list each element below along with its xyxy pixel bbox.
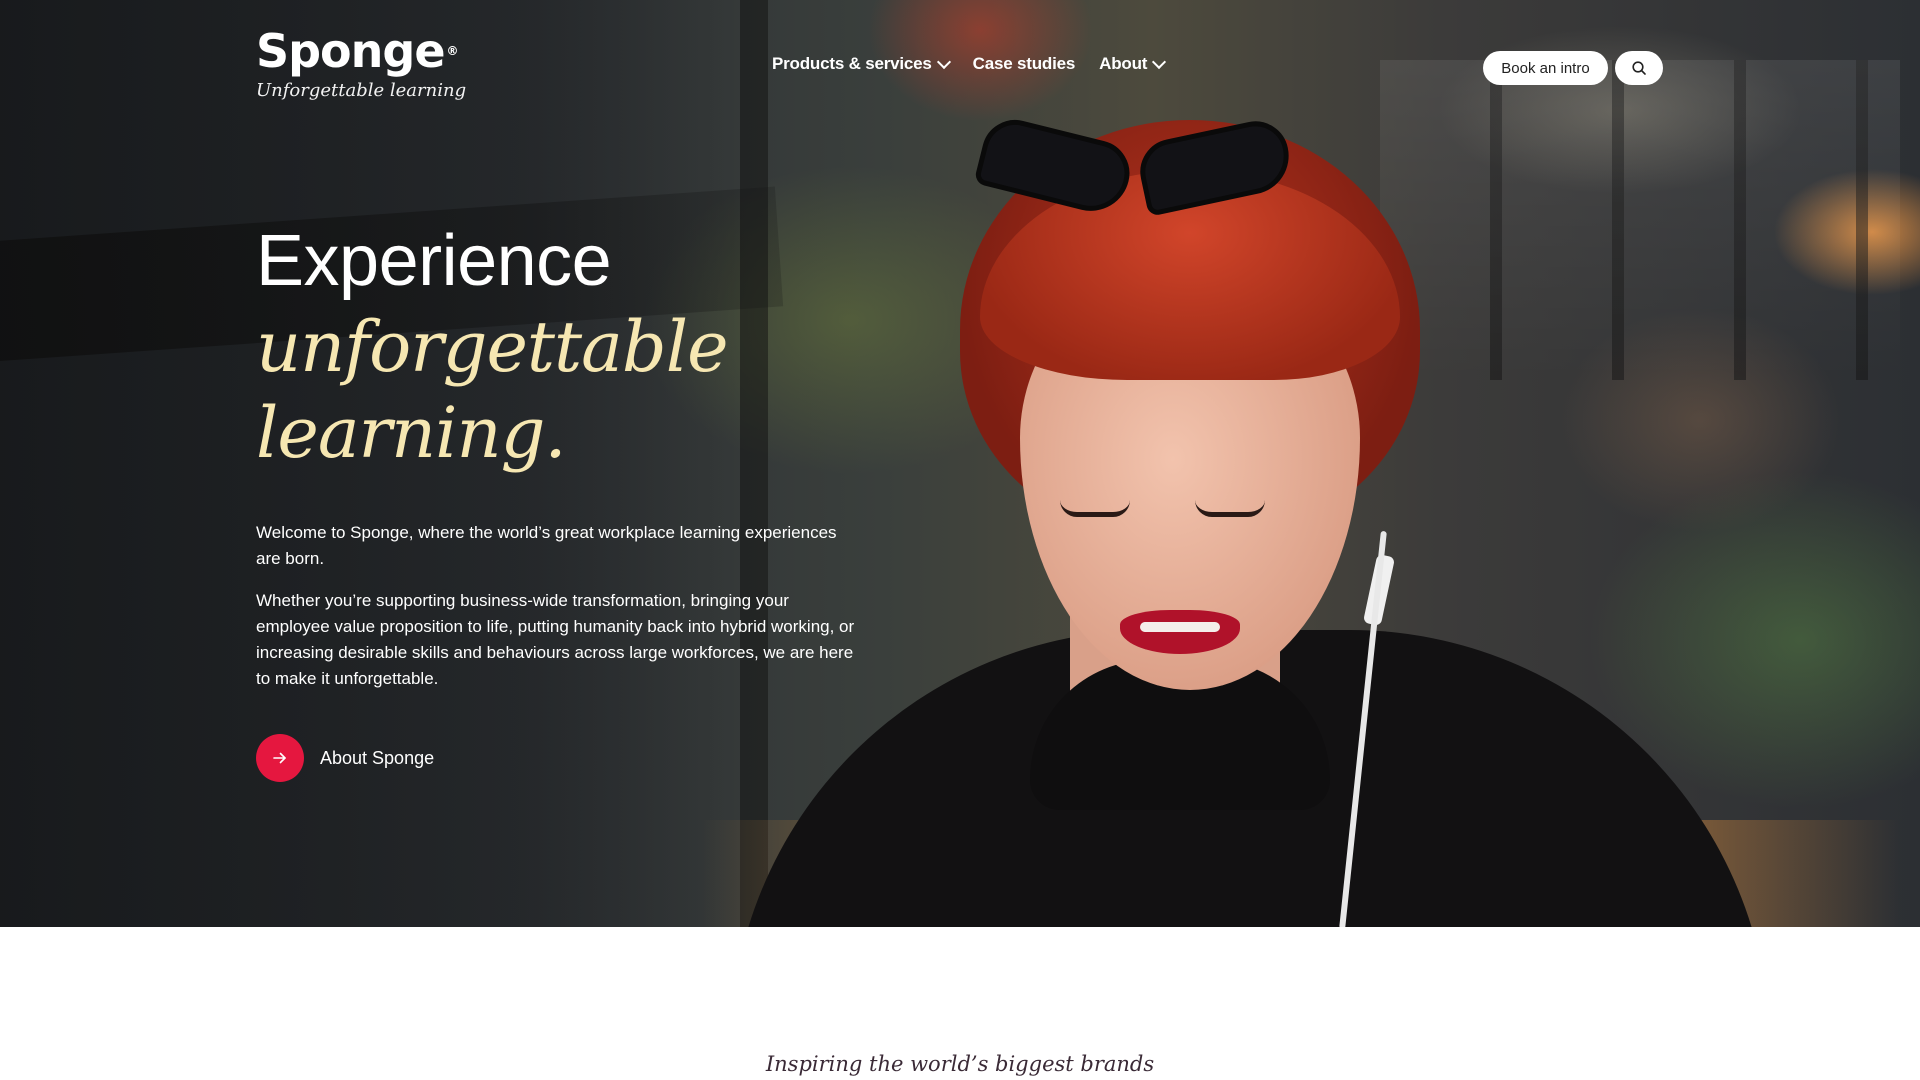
headline-line-2: unforgettable (256, 306, 729, 388)
book-intro-button[interactable]: Book an intro (1483, 51, 1608, 85)
nav-products-services[interactable]: Products & services (772, 54, 951, 74)
nav-label: About (1099, 54, 1148, 73)
logo-registered-mark: ® (446, 44, 459, 58)
about-sponge-link[interactable]: About Sponge (256, 734, 434, 782)
logo-tagline: Unforgettable learning (256, 80, 467, 101)
arrow-right-icon (273, 752, 286, 764)
nav-case-studies[interactable]: Case studies (972, 54, 1076, 74)
site-logo[interactable]: Sponge ® Unforgettable learning (256, 26, 466, 101)
hero-photo-person (700, 100, 1820, 927)
headline-line-3: learning. (256, 392, 567, 474)
nav-label: Case studies (972, 54, 1076, 73)
logo-text: Sponge (256, 24, 446, 78)
search-icon (1632, 61, 1646, 75)
about-link-label: About Sponge (320, 747, 435, 768)
person-eye-right (1195, 500, 1265, 517)
person-teeth (1140, 622, 1220, 632)
hero-intro: Welcome to Sponge, where the world’s gre… (256, 523, 837, 568)
chevron-down-icon (936, 54, 951, 70)
about-link-circle (256, 734, 304, 782)
search-button[interactable] (1615, 51, 1663, 85)
nav-label: Products & services (772, 54, 932, 73)
sunglasses-lens-left (973, 112, 1137, 220)
brands-tagline: Inspiring the world’s biggest brands (765, 1052, 1155, 1076)
main-nav: Products & services Case studies About (772, 54, 1167, 74)
person-eye-left (1060, 500, 1130, 517)
headline-line-1: Experience (256, 221, 612, 301)
hero-headline: Experience unforgettable learning. (256, 218, 729, 476)
logo-wordmark: Sponge ® (256, 26, 466, 76)
sunglasses (973, 112, 1310, 220)
chevron-down-icon (1152, 54, 1167, 70)
nav-about[interactable]: About (1099, 54, 1167, 74)
hero-body: Whether you’re supporting business-wide … (256, 591, 855, 688)
